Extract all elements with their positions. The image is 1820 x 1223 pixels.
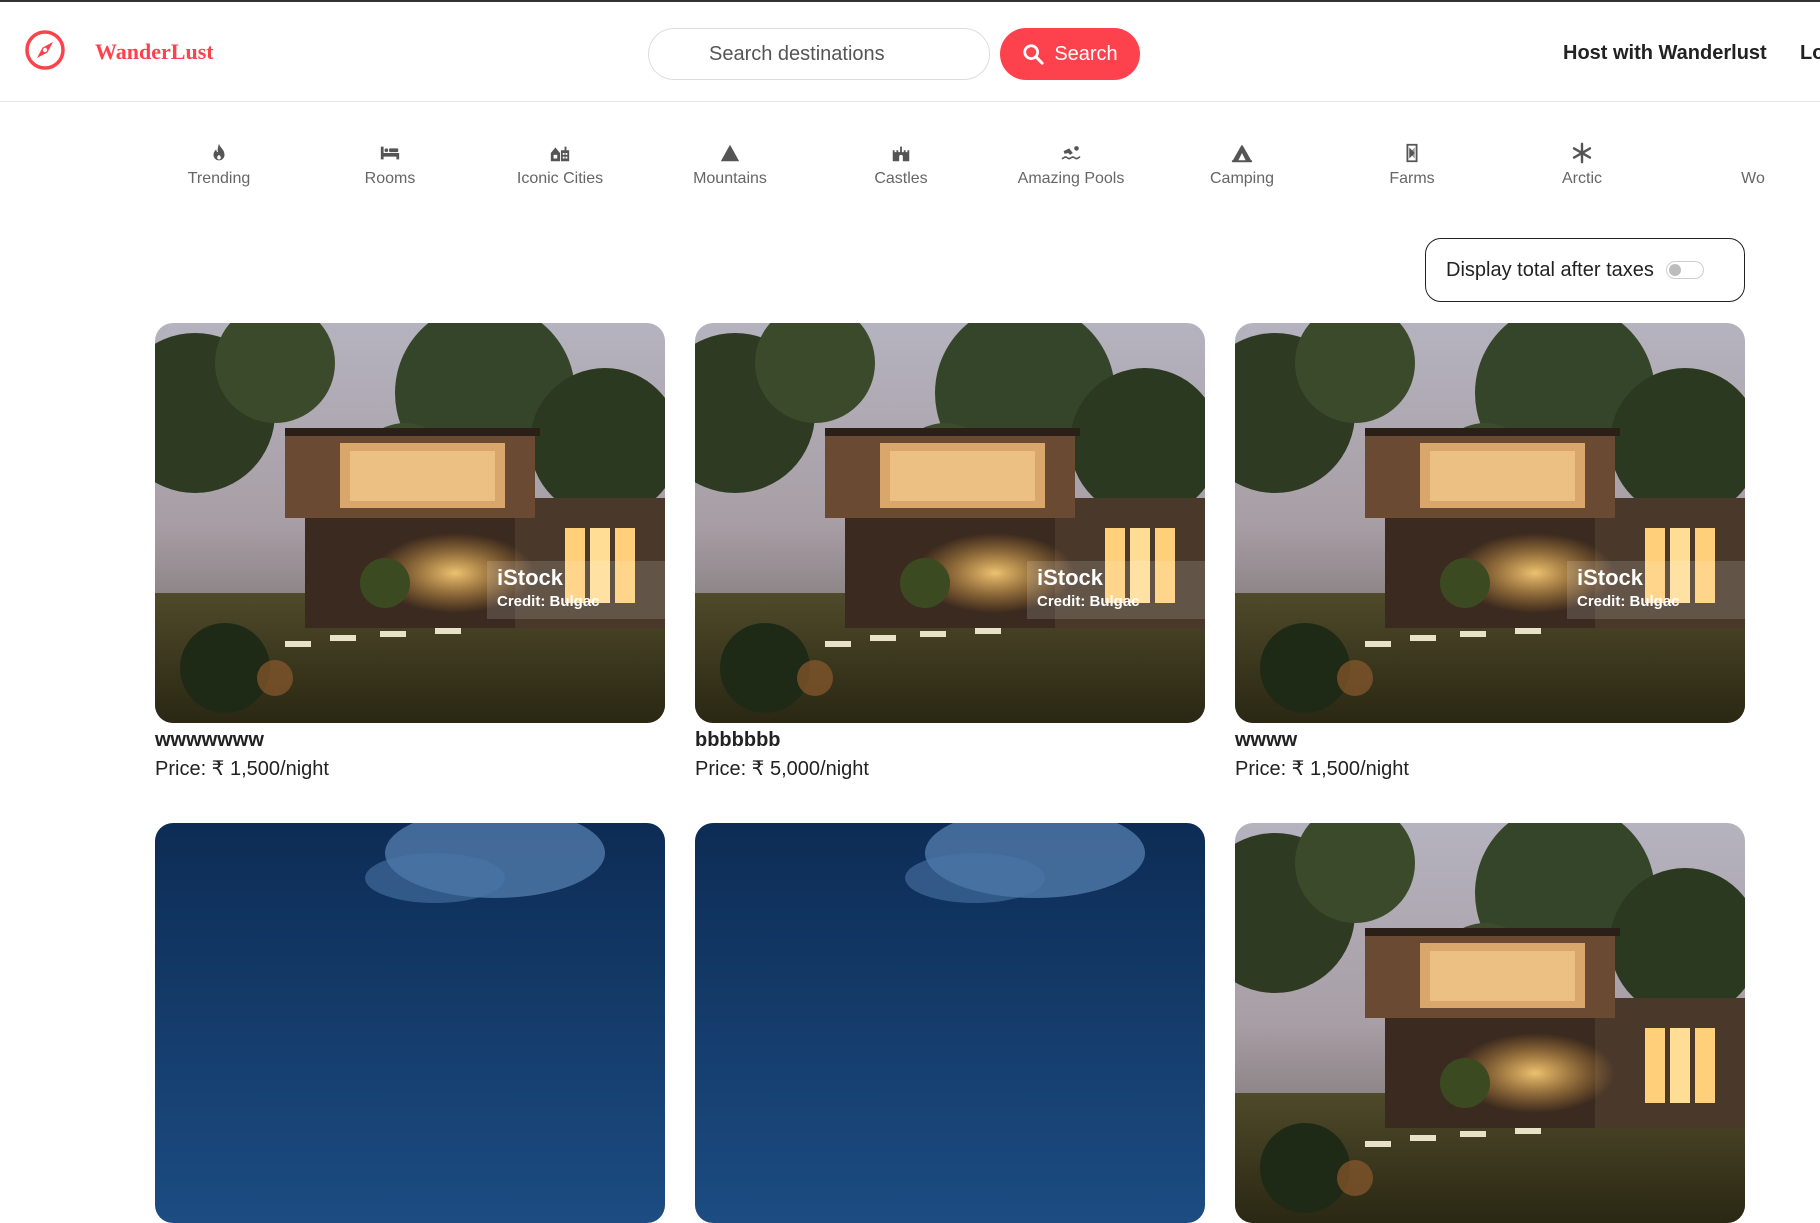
house-photo <box>1235 823 1745 1223</box>
snowflake-icon <box>1572 142 1592 164</box>
house-photo <box>1235 323 1745 723</box>
filter-label: Trending <box>187 170 251 187</box>
brand-name[interactable]: WanderLust <box>95 39 214 65</box>
listing-image[interactable] <box>695 823 1205 1223</box>
listing-image[interactable] <box>1235 823 1745 1223</box>
watermark: iStock Credit: Bulgac <box>487 561 665 619</box>
compass-icon[interactable] <box>24 29 66 71</box>
listing-image[interactable]: iStock Credit: Bulgac <box>695 323 1205 723</box>
listing-image[interactable] <box>155 823 665 1223</box>
swimmer-icon <box>1061 146 1081 160</box>
fire-icon <box>213 143 225 161</box>
filter-label: Castles <box>874 170 928 187</box>
watermark-credit: Credit: Bulgac <box>1577 593 1680 610</box>
filter-partial[interactable]: Wo <box>1678 142 1820 188</box>
tent-icon <box>1231 144 1253 163</box>
search-button-label: Search <box>1054 42 1118 65</box>
search-input[interactable] <box>648 28 990 80</box>
city-icon <box>550 146 570 162</box>
listing-card[interactable]: iStock Credit: Bulgac wwww Price: ₹ 1,50… <box>1235 323 1745 781</box>
filter-castles[interactable]: Castles <box>826 142 976 188</box>
listing-card[interactable]: iStock Credit: Bulgac wwwwwww Price: ₹ 1… <box>155 323 665 781</box>
switch-knob <box>1668 264 1681 276</box>
watermark-brand: iStock <box>497 565 564 590</box>
filter-bar: Trending Rooms Iconic Cities Mountains C… <box>0 142 1820 202</box>
house-photo <box>695 323 1205 723</box>
filter-label: Rooms <box>364 170 416 187</box>
filter-label: Arctic <box>1562 170 1602 187</box>
night-sky-photo <box>155 823 665 1223</box>
watermark: iStock Credit: Bulgac <box>1567 561 1745 619</box>
listing-title: bbbbbbb <box>695 729 781 751</box>
login-link[interactable]: Login <box>1800 42 1820 65</box>
listing-card[interactable] <box>155 823 665 1223</box>
watermark-credit: Credit: Bulgac <box>497 593 600 610</box>
listing-image[interactable]: iStock Credit: Bulgac <box>155 323 665 723</box>
listing-price: Price: ₹ 1,500/night <box>1235 758 1409 780</box>
filter-amazing-pools[interactable]: Amazing Pools <box>996 142 1146 188</box>
castle-icon <box>892 146 910 162</box>
listing-price: Price: ₹ 1,500/night <box>155 758 329 780</box>
filter-farms[interactable]: Farms <box>1337 142 1487 188</box>
listing-card[interactable] <box>1235 823 1745 1223</box>
watermark-brand: iStock <box>1577 565 1644 590</box>
filter-label: Iconic Cities <box>516 170 604 187</box>
filter-label: Mountains <box>693 170 767 187</box>
filter-rooms[interactable]: Rooms <box>315 142 465 188</box>
tractor-icon <box>1406 143 1418 163</box>
listing-card[interactable] <box>695 823 1205 1223</box>
filter-trending[interactable]: Trending <box>144 142 294 188</box>
listing-title: wwww <box>1235 729 1298 751</box>
night-sky-photo <box>695 823 1205 1223</box>
mountain-icon <box>720 144 740 162</box>
search-icon <box>1023 44 1044 65</box>
tax-toggle-label: Display total after taxes <box>1446 258 1654 281</box>
tax-toggle: Display total after taxes <box>1425 238 1745 302</box>
listing-price: Price: ₹ 5,000/night <box>695 758 869 780</box>
listing-title: wwwwwww <box>155 729 264 751</box>
filter-arctic[interactable]: Arctic <box>1507 142 1657 188</box>
house-photo <box>155 323 665 723</box>
listing-image[interactable]: iStock Credit: Bulgac <box>1235 323 1745 723</box>
bed-icon <box>380 146 400 160</box>
filter-label: Farms <box>1389 170 1435 187</box>
search-button[interactable]: Search <box>1000 28 1140 80</box>
watermark: iStock Credit: Bulgac <box>1027 561 1205 619</box>
filter-camping[interactable]: Camping <box>1167 142 1317 188</box>
navbar: WanderLust Search Host with Wanderlust L… <box>0 2 1820 102</box>
watermark-credit: Credit: Bulgac <box>1037 593 1140 610</box>
filter-iconic-cities[interactable]: Iconic Cities <box>485 142 635 188</box>
listing-card[interactable]: iStock Credit: Bulgac bbbbbbb Price: ₹ 5… <box>695 323 1205 781</box>
filter-label: Wo <box>1741 170 1765 187</box>
host-link[interactable]: Host with Wanderlust <box>1563 42 1767 65</box>
filter-mountains[interactable]: Mountains <box>655 142 805 188</box>
filter-label: Camping <box>1209 170 1275 187</box>
watermark-brand: iStock <box>1037 565 1104 590</box>
filter-label: Amazing Pools <box>1017 170 1125 187</box>
tax-switch[interactable] <box>1665 261 1704 279</box>
